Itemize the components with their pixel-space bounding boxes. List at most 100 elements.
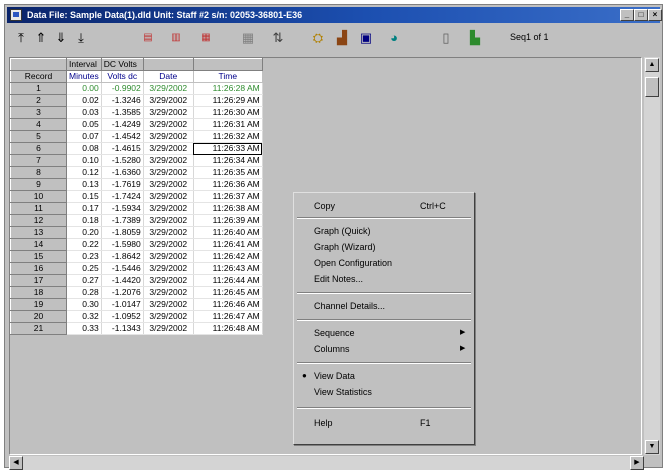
record-number-cell[interactable]: 13 <box>10 226 67 239</box>
menu-item-columns[interactable]: Columns ▶ <box>294 342 474 356</box>
date-cell[interactable]: 3/29/2002 <box>143 250 194 263</box>
table-row[interactable]: 7 0.10 -1.5280 3/29/2002 11:26:34 AM <box>10 154 263 167</box>
volts-cell[interactable]: -1.8642 <box>101 250 144 263</box>
table-row[interactable]: 14 0.22 -1.5980 3/29/2002 11:26:41 AM <box>10 238 263 251</box>
time-cell[interactable]: 11:26:32 AM <box>193 130 263 143</box>
app-icon[interactable] <box>10 9 22 21</box>
volts-cell[interactable]: -1.7424 <box>101 190 144 203</box>
record-number-cell[interactable]: 1 <box>10 82 67 95</box>
volts-cell[interactable]: -1.8059 <box>101 226 144 239</box>
time-cell[interactable]: 11:26:33 AM <box>193 142 263 155</box>
record-number-cell[interactable]: 20 <box>10 310 67 323</box>
volts-cell[interactable]: -1.0952 <box>101 310 144 323</box>
date-cell[interactable]: 3/29/2002 <box>143 262 194 275</box>
date-cell[interactable]: 3/29/2002 <box>143 238 194 251</box>
horizontal-scrollbar[interactable]: ◀ ▶ <box>9 456 644 470</box>
menu-item-edit-notes[interactable]: Edit Notes... <box>294 272 474 286</box>
record-number-cell[interactable]: 8 <box>10 166 67 179</box>
time-cell[interactable]: 11:26:39 AM <box>193 214 263 227</box>
table-row[interactable]: 10 0.15 -1.7424 3/29/2002 11:26:37 AM <box>10 190 263 203</box>
globe-icon[interactable]: ◕ <box>385 28 403 48</box>
volts-cell[interactable]: -1.7389 <box>101 214 144 227</box>
time-cell[interactable]: 11:26:41 AM <box>193 238 263 251</box>
date-cell[interactable]: 3/29/2002 <box>143 142 194 155</box>
time-cell[interactable]: 11:26:38 AM <box>193 202 263 215</box>
date-cell[interactable]: 3/29/2002 <box>143 214 194 227</box>
volts-cell[interactable]: -1.1343 <box>101 322 144 335</box>
date-cell[interactable]: 3/29/2002 <box>143 106 194 119</box>
time-cell[interactable]: 11:26:30 AM <box>193 106 263 119</box>
delete-column-icon[interactable]: ▥ <box>167 28 185 48</box>
date-cell[interactable]: 3/29/2002 <box>143 274 194 287</box>
table-row[interactable]: 2 0.02 -1.3246 3/29/2002 11:26:29 AM <box>10 94 263 107</box>
minutes-cell[interactable]: 0.12 <box>66 166 102 179</box>
time-cell[interactable]: 11:26:35 AM <box>193 166 263 179</box>
date-cell[interactable]: 3/29/2002 <box>143 130 194 143</box>
minutes-cell[interactable]: 0.07 <box>66 130 102 143</box>
volts-cell[interactable]: -1.5934 <box>101 202 144 215</box>
time-cell[interactable]: 11:26:34 AM <box>193 154 263 167</box>
volts-cell[interactable]: -1.4615 <box>101 142 144 155</box>
minutes-cell[interactable]: 0.25 <box>66 262 102 275</box>
table-row[interactable]: 17 0.27 -1.4420 3/29/2002 11:26:44 AM <box>10 274 263 287</box>
minutes-cell[interactable]: 0.32 <box>66 310 102 323</box>
table-row[interactable]: 1 0.00 -0.9902 3/29/2002 11:26:28 AM <box>10 82 263 95</box>
minutes-cell[interactable]: 0.00 <box>66 82 102 95</box>
minutes-cell[interactable]: 0.10 <box>66 154 102 167</box>
record-number-cell[interactable]: 19 <box>10 298 67 311</box>
first-record-icon[interactable]: ⤒ <box>13 28 29 48</box>
volts-cell[interactable]: -1.5446 <box>101 262 144 275</box>
record-number-cell[interactable]: 4 <box>10 118 67 131</box>
minutes-cell[interactable]: 0.08 <box>66 142 102 155</box>
minutes-cell[interactable]: 0.23 <box>66 250 102 263</box>
header-dc-volts[interactable]: DC Volts <box>100 58 144 71</box>
maximize-button[interactable]: □ <box>634 9 648 21</box>
record-number-cell[interactable]: 2 <box>10 94 67 107</box>
table-row[interactable]: 6 0.08 -1.4615 3/29/2002 11:26:33 AM <box>10 142 263 155</box>
table-row[interactable]: 9 0.13 -1.7619 3/29/2002 11:26:36 AM <box>10 178 263 191</box>
minutes-cell[interactable]: 0.33 <box>66 322 102 335</box>
volts-cell[interactable]: -1.4542 <box>101 130 144 143</box>
minutes-cell[interactable]: 0.05 <box>66 118 102 131</box>
table-row[interactable]: 15 0.23 -1.8642 3/29/2002 11:26:42 AM <box>10 250 263 263</box>
header-date[interactable]: Date <box>142 70 194 83</box>
menu-item-channel-details[interactable]: Channel Details... <box>294 299 474 313</box>
table-row[interactable]: 21 0.33 -1.1343 3/29/2002 11:26:48 AM <box>10 322 263 335</box>
time-cell[interactable]: 11:26:46 AM <box>193 298 263 311</box>
table-row[interactable]: 8 0.12 -1.6360 3/29/2002 11:26:35 AM <box>10 166 263 179</box>
time-cell[interactable]: 11:26:42 AM <box>193 250 263 263</box>
table-row[interactable]: 4 0.05 -1.4249 3/29/2002 11:26:31 AM <box>10 118 263 131</box>
record-number-cell[interactable]: 18 <box>10 286 67 299</box>
menu-item-copy[interactable]: Copy Ctrl+C <box>294 199 474 213</box>
vertical-scrollbar[interactable]: ▲ ▼ <box>644 57 660 455</box>
table-row[interactable]: 3 0.03 -1.3585 3/29/2002 11:26:30 AM <box>10 106 263 119</box>
date-cell[interactable]: 3/29/2002 <box>143 322 194 335</box>
title-bar[interactable]: Data File: Sample Data(1).dld Unit: Staf… <box>7 7 662 23</box>
record-number-cell[interactable]: 11 <box>10 202 67 215</box>
vertical-scroll-thumb[interactable] <box>645 77 659 97</box>
table-row[interactable]: 12 0.18 -1.7389 3/29/2002 11:26:39 AM <box>10 214 263 227</box>
volts-cell[interactable]: -1.2076 <box>101 286 144 299</box>
header-blank-date[interactable] <box>142 58 194 71</box>
time-cell[interactable]: 11:26:28 AM <box>193 82 263 95</box>
date-cell[interactable]: 3/29/2002 <box>143 286 194 299</box>
table-row[interactable]: 19 0.30 -1.0147 3/29/2002 11:26:46 AM <box>10 298 263 311</box>
insert-column-icon[interactable]: ▤ <box>139 28 157 48</box>
scroll-right-arrow-icon[interactable]: ▶ <box>630 456 644 470</box>
header-record[interactable]: Record <box>10 70 67 83</box>
record-number-cell[interactable]: 5 <box>10 130 67 143</box>
scroll-down-arrow-icon[interactable]: ▼ <box>645 440 659 454</box>
time-cell[interactable]: 11:26:36 AM <box>193 178 263 191</box>
date-cell[interactable]: 3/29/2002 <box>143 190 194 203</box>
volts-cell[interactable]: -1.3585 <box>101 106 144 119</box>
menu-item-view-statistics[interactable]: View Statistics <box>294 385 474 399</box>
minutes-cell[interactable]: 0.13 <box>66 178 102 191</box>
header-time[interactable]: Time <box>192 70 263 83</box>
record-number-cell[interactable]: 15 <box>10 250 67 263</box>
minutes-cell[interactable]: 0.15 <box>66 190 102 203</box>
volts-cell[interactable]: -1.4249 <box>101 118 144 131</box>
header-volts-dc[interactable]: Volts dc <box>100 70 144 83</box>
menu-item-graph-wizard[interactable]: Graph (Wizard) <box>294 240 474 254</box>
scroll-up-arrow-icon[interactable]: ▲ <box>645 58 659 72</box>
minimize-button[interactable]: _ <box>620 9 634 21</box>
